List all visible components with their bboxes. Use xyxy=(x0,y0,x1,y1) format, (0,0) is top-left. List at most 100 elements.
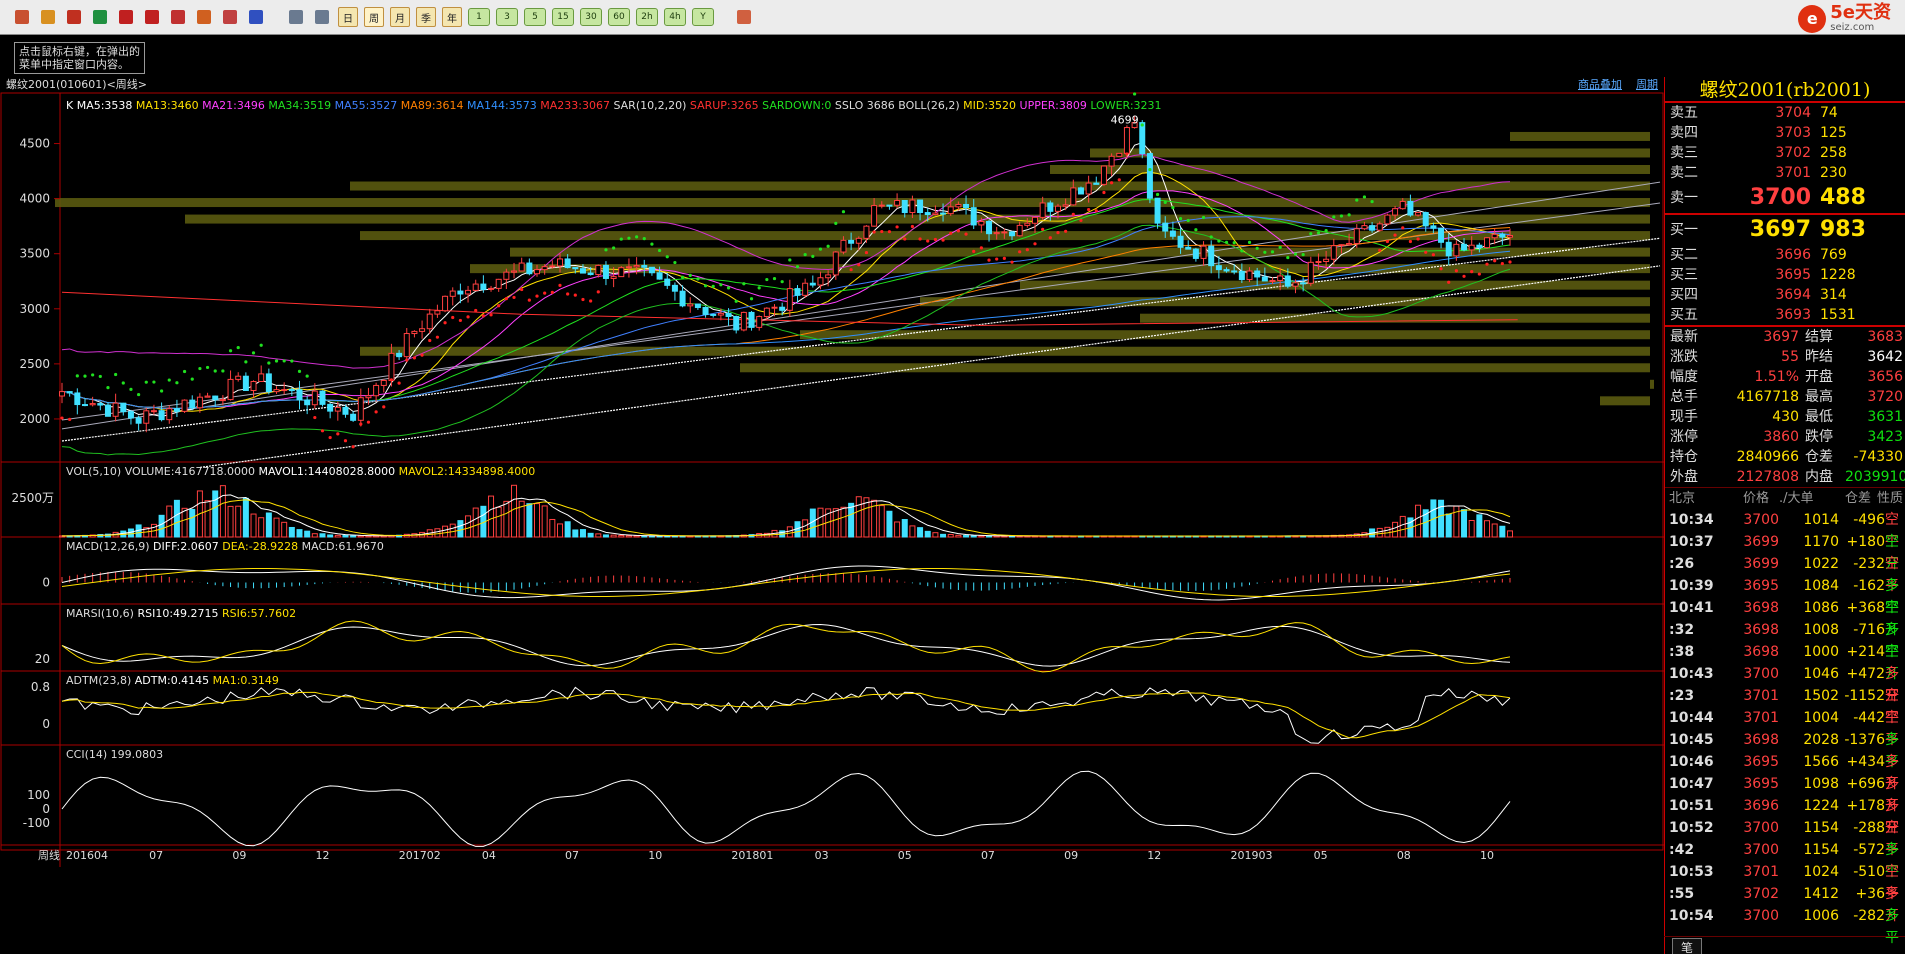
sar-dot xyxy=(274,359,279,363)
kline-chart[interactable]: 4699450040003500300025002000K MA5:3538 M… xyxy=(0,77,1664,954)
sar-dot xyxy=(60,416,64,420)
period-1-button[interactable]: 1 xyxy=(468,8,490,26)
sar-dot xyxy=(205,365,210,370)
candle-body xyxy=(120,402,127,413)
ask-row-best: 卖一 3700 488 xyxy=(1665,183,1905,213)
candle-body xyxy=(1108,155,1115,167)
overlay-link[interactable]: 商品叠加 xyxy=(1578,77,1622,93)
sar-dot xyxy=(443,321,447,325)
tick-row: :26 3699 1022 -232 空平 xyxy=(1665,553,1905,594)
ask-row: 卖三 3702 258 xyxy=(1665,143,1905,163)
sar-dot xyxy=(504,296,508,301)
stat-row: 外盘 2127808 内盘 2039910 xyxy=(1665,467,1905,487)
level-label: 买五 xyxy=(1670,307,1698,323)
tick-time: :23 xyxy=(1669,688,1695,704)
period-30-button[interactable]: 30 xyxy=(580,8,602,26)
period-Y-button[interactable]: Y xyxy=(692,8,714,26)
tick-time: 10:54 xyxy=(1669,908,1714,924)
candle-body xyxy=(1139,122,1146,155)
candle-body xyxy=(917,199,924,214)
candle-body xyxy=(181,399,188,412)
volume-bar xyxy=(296,529,303,538)
period-2h-button[interactable]: 2h xyxy=(636,8,658,26)
period-5-button[interactable]: 5 xyxy=(524,8,546,26)
x-axis-label: 07 xyxy=(149,849,163,862)
tick-oi-change: -496 xyxy=(1853,512,1885,528)
tick-price: 3700 xyxy=(1743,512,1779,528)
period-年-button[interactable]: 年 xyxy=(442,7,462,27)
ask-row: 卖二 3701 230 xyxy=(1665,163,1905,183)
stat-value: 2039910 xyxy=(1845,469,1905,485)
sar-dot xyxy=(1102,190,1106,195)
volume-bar xyxy=(526,503,533,538)
candle-body xyxy=(894,199,901,206)
home-icon[interactable] xyxy=(12,7,32,27)
news-icon[interactable] xyxy=(64,7,84,27)
chart-window[interactable]: 4699 4500 4000 3500 3000 2500 2000 K MA5:3538 M… xyxy=(0,77,1664,954)
zoom-out-icon[interactable] xyxy=(142,7,162,27)
calculator-icon[interactable] xyxy=(734,7,754,27)
sar-dot xyxy=(428,338,432,343)
pen-icon[interactable] xyxy=(168,7,188,27)
volume-bar xyxy=(357,535,364,538)
period-日-button[interactable]: 日 xyxy=(338,7,358,27)
candle-body xyxy=(66,391,73,394)
sar-dot xyxy=(841,210,846,214)
sar-dot xyxy=(642,237,646,241)
filter-icon[interactable] xyxy=(220,7,240,27)
period-60-button[interactable]: 60 xyxy=(608,8,630,26)
stat-value: 2840966 xyxy=(1736,449,1799,465)
volume-legend: VOL(5,10) VOLUME:4167718.0000 MAVOL1:144… xyxy=(66,465,535,478)
chart-icon[interactable] xyxy=(312,7,332,27)
candle-body xyxy=(534,269,541,275)
candle-body xyxy=(143,410,150,424)
candle-body xyxy=(1269,279,1276,282)
folder-icon[interactable] xyxy=(38,7,58,27)
period-4h-button[interactable]: 4h xyxy=(664,8,686,26)
sar-dot xyxy=(1477,272,1481,276)
rsi-axis-label: 20 xyxy=(35,652,50,666)
candle-body xyxy=(1476,244,1483,249)
period-3-button[interactable]: 3 xyxy=(496,8,518,26)
draw-icon[interactable] xyxy=(194,7,214,27)
tools-icon[interactable] xyxy=(246,7,266,27)
tab-ticks[interactable]: 笔 xyxy=(1672,938,1703,954)
sar-dot xyxy=(688,273,692,277)
zoom-out-icon-glyph xyxy=(145,10,159,24)
sar-dot xyxy=(1071,212,1075,216)
level-volume: 769 xyxy=(1820,247,1847,263)
sar-dot xyxy=(182,369,187,374)
logo-brand: 5e天资 xyxy=(1830,2,1891,23)
quote-stats: 最新 3697 结算 3683 涨跌 55 昨结 3642 幅度 1.51% 开盘 3656 总手 416… xyxy=(1665,327,1905,487)
level-volume: 125 xyxy=(1820,125,1847,141)
stat-row: 现手 430 最低 3631 xyxy=(1665,407,1905,427)
sar-dot xyxy=(1232,241,1236,245)
period-季-button[interactable]: 季 xyxy=(416,7,436,27)
zoom-in-icon[interactable] xyxy=(116,7,136,27)
x-axis-label: 201604 xyxy=(66,849,108,862)
tick-volume: 1008 xyxy=(1803,622,1839,638)
volume-bar xyxy=(848,502,855,538)
axis-tick-label: 4500 xyxy=(19,137,50,151)
candle-body xyxy=(901,199,908,214)
candle-body xyxy=(1146,153,1153,199)
legend-item: LOWER:3231 xyxy=(1087,99,1162,112)
tick-price: 3700 xyxy=(1743,842,1779,858)
stat-row: 最新 3697 结算 3683 xyxy=(1665,327,1905,347)
adtm-axis-label: 0.8 xyxy=(31,680,50,694)
tick-time: 10:34 xyxy=(1669,512,1714,528)
bid-level-1: 买一 3697 983 xyxy=(1665,215,1905,245)
sar-dot xyxy=(987,258,991,262)
volume-bar xyxy=(579,529,586,538)
tick-list[interactable]: 10:34 3700 1014 -496 空平 10:37 3699 1170 +180 空开:2… xyxy=(1665,509,1905,946)
period-月-button[interactable]: 月 xyxy=(390,7,410,27)
period-15-button[interactable]: 15 xyxy=(552,8,574,26)
stat-label: 开盘 xyxy=(1805,369,1833,385)
period-周-button[interactable]: 周 xyxy=(364,7,384,27)
refresh-icon[interactable] xyxy=(90,7,110,27)
period-link[interactable]: 周期 xyxy=(1636,77,1658,93)
volume-bar xyxy=(258,517,265,538)
list-icon[interactable] xyxy=(286,7,306,27)
sar-dot xyxy=(1171,206,1175,210)
sar-dot xyxy=(527,298,531,302)
